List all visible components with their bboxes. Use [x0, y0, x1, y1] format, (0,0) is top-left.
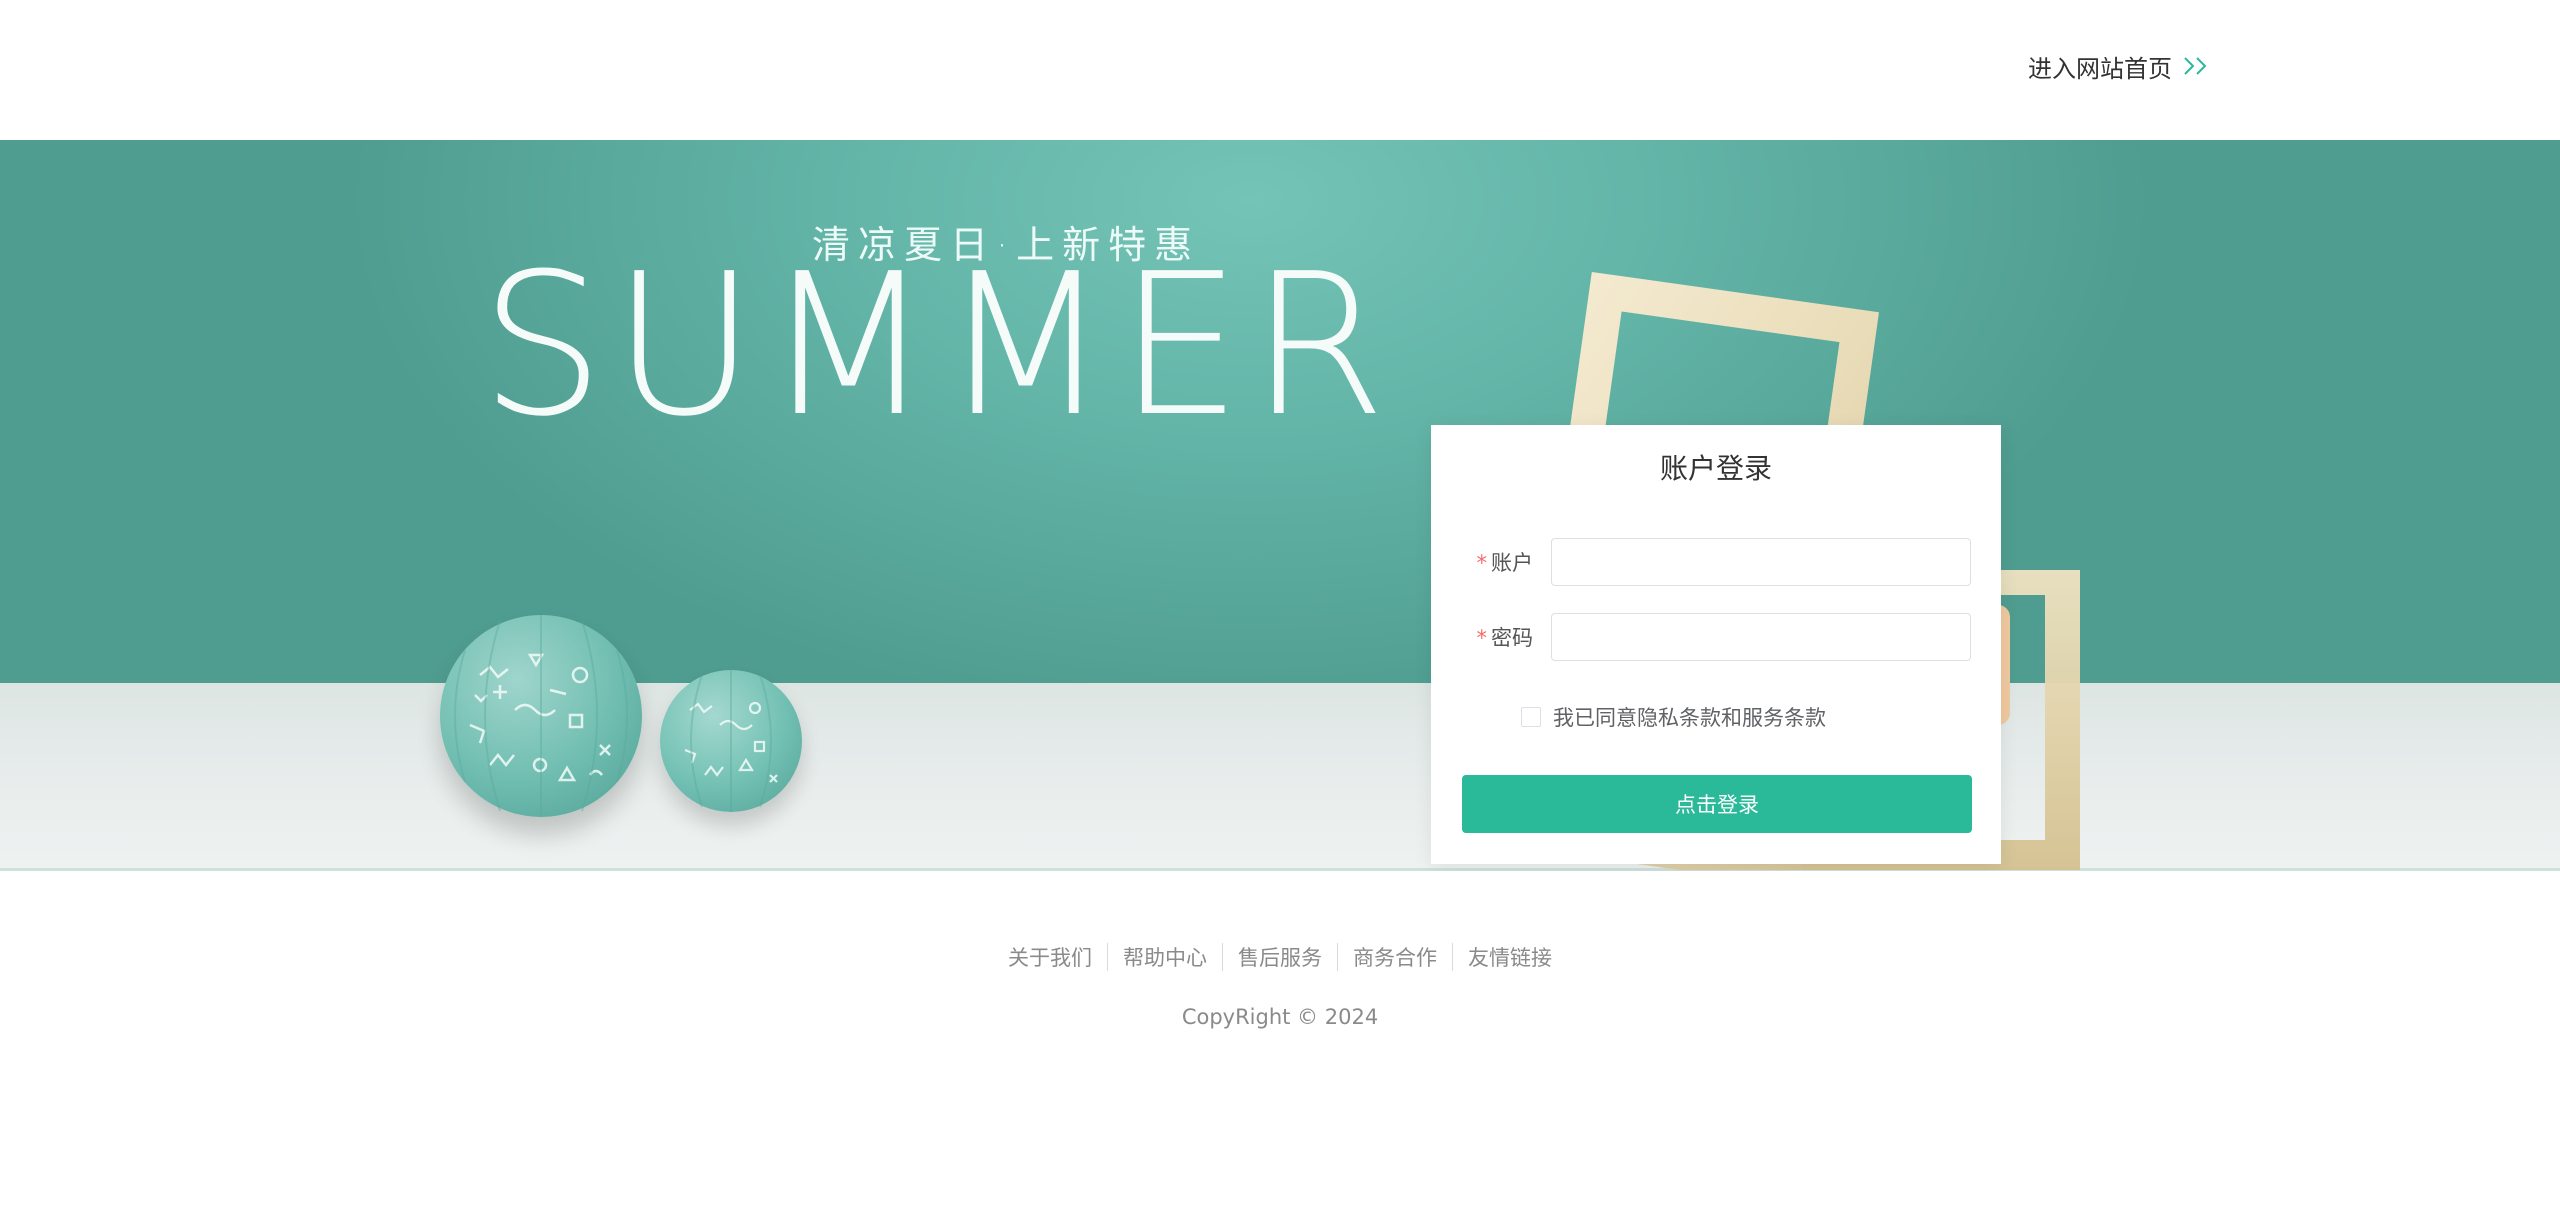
banner-slogan-english: SUMMER [480, 232, 1395, 460]
password-row: * 密码 [1471, 612, 1971, 662]
account-row: * 账户 [1471, 537, 1971, 587]
account-input[interactable] [1551, 538, 1971, 586]
agree-terms-label[interactable]: 我已同意隐私条款和服务条款 [1553, 702, 1826, 732]
agree-terms-row[interactable]: 我已同意隐私条款和服务条款 [1521, 702, 1826, 732]
footer-link-business[interactable]: 商务合作 [1338, 942, 1452, 972]
login-card: 账户登录 * 账户 * 密码 我已同意隐私条款和服务条款 点击登录 [1431, 425, 2001, 864]
summer-banner: 清凉夏日·上新特惠 SUMMER 账户登录 * 账户 * 密码 我已同意隐私条款… [0, 140, 2560, 871]
footer-link-after-sales[interactable]: 售后服务 [1223, 942, 1337, 972]
double-chevron-right-icon [2184, 57, 2207, 75]
copyright-text: CopyRight © 2024 [1181, 1005, 1379, 1029]
password-input[interactable] [1551, 613, 1971, 661]
banner-bottom-edge [0, 868, 2560, 871]
top-bar: 进入网站首页 [0, 0, 2560, 140]
account-label: * 账户 [1471, 547, 1534, 577]
password-label: * 密码 [1471, 622, 1534, 652]
required-mark: * [1476, 626, 1488, 650]
home-link-label: 进入网站首页 [2028, 54, 2172, 83]
footer-link-about[interactable]: 关于我们 [993, 942, 1107, 972]
login-title: 账户登录 [1659, 452, 1772, 485]
required-mark: * [1476, 551, 1488, 575]
agree-terms-checkbox[interactable] [1521, 707, 1541, 727]
footer-link-help[interactable]: 帮助中心 [1108, 942, 1222, 972]
decorative-ball-large [440, 615, 642, 817]
home-link[interactable]: 进入网站首页 [2028, 48, 2212, 84]
account-label-text: 账户 [1491, 551, 1533, 575]
decorative-ball-small [660, 670, 802, 812]
banner-floor [0, 683, 2560, 871]
password-label-text: 密码 [1491, 626, 1533, 650]
footer-links: 关于我们 帮助中心 售后服务 商务合作 友情链接 [0, 942, 2560, 972]
footer-link-friends[interactable]: 友情链接 [1453, 942, 1567, 972]
login-button[interactable]: 点击登录 [1462, 775, 1972, 833]
